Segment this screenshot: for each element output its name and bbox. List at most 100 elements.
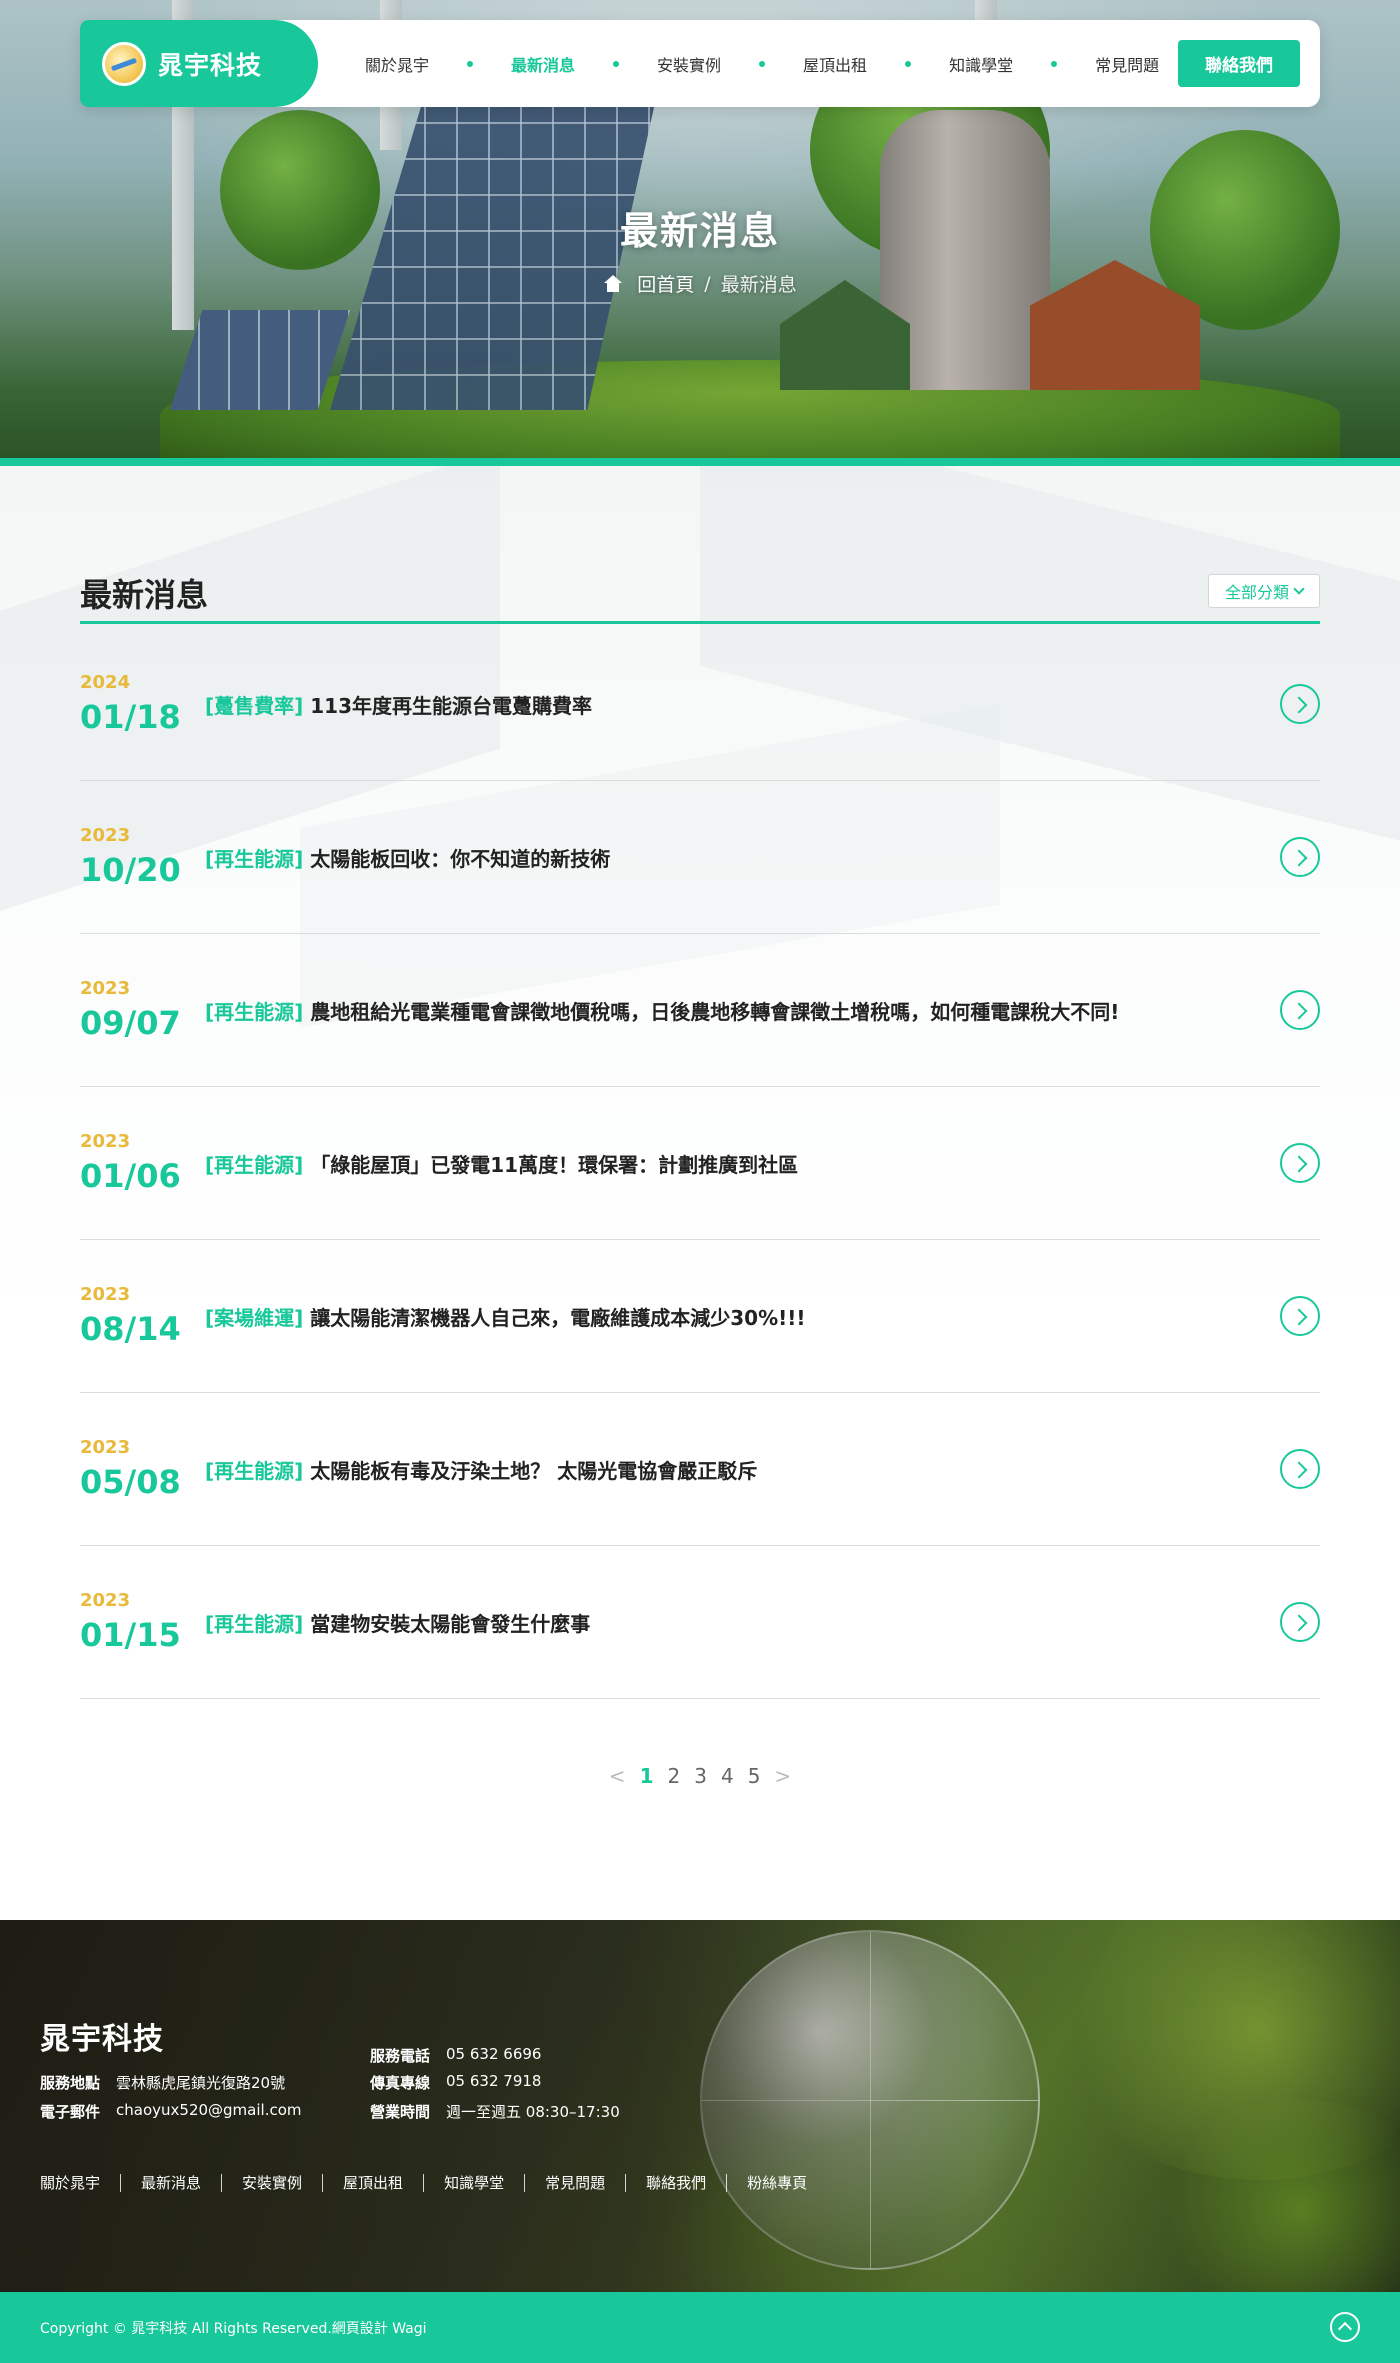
news-year: 2023 xyxy=(80,1284,131,1305)
nav-item-cases[interactable]: 安裝實例 xyxy=(657,52,721,76)
category-filter-select[interactable]: 全部分類 xyxy=(1208,574,1320,608)
news-title-link[interactable]: [再生能源] 太陽能板回收：你不知道的新技術 xyxy=(205,843,610,872)
footer-phone: 服務電話 05 632 6696 xyxy=(370,2045,541,2066)
news-title-link[interactable]: [再生能源] 農地租給光電業種電會課徵地價稅嗎，日後農地移轉會課徵土增稅嗎，如何… xyxy=(205,996,1119,1025)
pagination-prev[interactable]: < xyxy=(609,1764,626,1788)
chevron-down-icon xyxy=(1293,583,1305,595)
news-item[interactable]: 2023 01/15 [再生能源] 當建物安裝太陽能會發生什麼事 xyxy=(80,1546,1320,1699)
pagination-page[interactable]: 4 xyxy=(721,1764,734,1788)
pagination: < 1 2 3 4 5 > xyxy=(0,1764,1400,1788)
copyright-bar: Copyright © 晁宇科技 All Rights Reserved.網頁設… xyxy=(0,2292,1400,2363)
chevron-right-circle-icon[interactable] xyxy=(1280,1143,1320,1183)
news-item[interactable]: 2024 01/18 [躉售費率] 113年度再生能源台電躉購費率 xyxy=(80,628,1320,781)
nav-item-knowledge[interactable]: 知識學堂 xyxy=(949,52,1013,76)
main-nav: 關於晁宇 最新消息 安裝實例 屋頂出租 知識學堂 常見問題 xyxy=(365,20,1159,107)
news-date: 01/06 xyxy=(80,1157,181,1195)
news-category: [再生能源] xyxy=(205,1459,304,1483)
category-filter-value: 全部分類 xyxy=(1224,583,1289,602)
news-title-link[interactable]: [再生能源] 當建物安裝太陽能會發生什麼事 xyxy=(205,1608,590,1637)
nav-dot xyxy=(613,60,620,67)
footer-link-contact[interactable]: 聯絡我們 xyxy=(646,2172,706,2193)
footer-links: 關於晁宇 最新消息 安裝實例 屋頂出租 知識學堂 常見問題 聯絡我們 粉絲專頁 xyxy=(40,2172,807,2193)
logo-text: 晁宇科技 xyxy=(158,50,263,80)
news-title: 113年度再生能源台電躉購費率 xyxy=(310,694,592,718)
news-category: [再生能源] xyxy=(205,1153,304,1177)
news-date: 05/08 xyxy=(80,1463,181,1501)
news-item[interactable]: 2023 09/07 [再生能源] 農地租給光電業種電會課徵地價稅嗎，日後農地移… xyxy=(80,934,1320,1087)
news-category: [案場維運] xyxy=(205,1306,304,1330)
pagination-next[interactable]: > xyxy=(774,1764,791,1788)
copyright-text: Copyright © 晁宇科技 All Rights Reserved.網頁設… xyxy=(40,2321,427,2337)
pagination-page[interactable]: 2 xyxy=(667,1764,680,1788)
news-title: 讓太陽能清潔機器人自己來，電廠維護成本減少30%!!! xyxy=(310,1306,806,1330)
footer-phone-value[interactable]: 05 632 6696 xyxy=(446,2045,541,2066)
news-title-link[interactable]: [躉售費率] 113年度再生能源台電躉購費率 xyxy=(205,690,592,719)
nav-item-roof-rental[interactable]: 屋頂出租 xyxy=(803,52,867,76)
hero-accent-bar xyxy=(0,458,1400,466)
pagination-page[interactable]: 5 xyxy=(748,1764,761,1788)
site-logo[interactable]: 晁宇科技 xyxy=(80,20,318,107)
news-item[interactable]: 2023 01/06 [再生能源] 「綠能屋頂」已發電11萬度！環保署：計劃推廣… xyxy=(80,1087,1320,1240)
footer-link-roof-rental[interactable]: 屋頂出租 xyxy=(343,2172,403,2193)
nav-item-about[interactable]: 關於晁宇 xyxy=(365,52,429,76)
nav-dot xyxy=(759,60,766,67)
news-date: 09/07 xyxy=(80,1004,181,1042)
footer-link-knowledge[interactable]: 知識學堂 xyxy=(444,2172,504,2193)
news-category: [躉售費率] xyxy=(205,694,304,718)
nav-dot xyxy=(467,60,474,67)
news-title: 「綠能屋頂」已發電11萬度！環保署：計劃推廣到社區 xyxy=(310,1153,799,1177)
breadcrumb-separator: / xyxy=(704,272,711,295)
footer-address: 服務地點 雲林縣虎尾鎮光復路20號 xyxy=(40,2072,285,2093)
footer-email: 電子郵件 chaoyux520@gmail.com xyxy=(40,2101,302,2122)
news-title: 農地租給光電業種電會課徵地價稅嗎，日後農地移轉會課徵土增稅嗎，如何種電課稅大不同… xyxy=(310,1000,1120,1024)
news-date: 01/18 xyxy=(80,698,181,736)
footer-link-fanpage[interactable]: 粉絲專頁 xyxy=(747,2172,807,2193)
footer-phone-label: 服務電話 xyxy=(370,2047,431,2065)
news-title-link[interactable]: [再生能源] 「綠能屋頂」已發電11萬度！環保署：計劃推廣到社區 xyxy=(205,1149,798,1178)
chevron-right-circle-icon[interactable] xyxy=(1280,990,1320,1030)
home-icon xyxy=(603,274,623,293)
news-header: 最新消息 全部分類 xyxy=(80,570,1320,624)
news-date: 10/20 xyxy=(80,851,181,889)
breadcrumb: 回首頁 / 最新消息 xyxy=(0,270,1400,297)
footer-email-link[interactable]: chaoyux520@gmail.com xyxy=(116,2101,301,2122)
site-footer: 晁宇科技 服務地點 雲林縣虎尾鎮光復路20號 電子郵件 chaoyux520@g… xyxy=(0,1920,1400,2292)
news-year: 2023 xyxy=(80,1437,131,1458)
news-category: [再生能源] xyxy=(205,847,304,871)
nav-item-news[interactable]: 最新消息 xyxy=(511,52,575,76)
news-title-link[interactable]: [案場維運] 讓太陽能清潔機器人自己來，電廠維護成本減少30%!!! xyxy=(205,1302,805,1331)
news-title: 當建物安裝太陽能會發生什麼事 xyxy=(310,1612,591,1636)
footer-link-about[interactable]: 關於晁宇 xyxy=(40,2172,100,2193)
news-item[interactable]: 2023 05/08 [再生能源] 太陽能板有毒及汙染土地？ 太陽光電協會嚴正駁… xyxy=(80,1393,1320,1546)
news-year: 2024 xyxy=(80,672,131,693)
news-date: 08/14 xyxy=(80,1310,181,1348)
top-navbar: 晁宇科技 關於晁宇 最新消息 安裝實例 屋頂出租 知識學堂 常見問題 聯絡我們 xyxy=(80,20,1320,107)
news-category: [再生能源] xyxy=(205,1612,304,1636)
chevron-right-circle-icon[interactable] xyxy=(1280,1449,1320,1489)
news-item[interactable]: 2023 08/14 [案場維運] 讓太陽能清潔機器人自己來，電廠維護成本減少3… xyxy=(80,1240,1320,1393)
news-heading: 最新消息 xyxy=(80,576,209,614)
chevron-right-circle-icon[interactable] xyxy=(1280,1296,1320,1336)
contact-us-button[interactable]: 聯絡我們 xyxy=(1178,40,1300,87)
footer-link-news[interactable]: 最新消息 xyxy=(141,2172,201,2193)
chevron-right-circle-icon[interactable] xyxy=(1280,684,1320,724)
pagination-page[interactable]: 3 xyxy=(694,1764,707,1788)
chevron-right-circle-icon[interactable] xyxy=(1280,1602,1320,1642)
news-title: 太陽能板有毒及汙染土地？ 太陽光電協會嚴正駁斥 xyxy=(310,1459,758,1483)
pagination-page[interactable]: 1 xyxy=(640,1764,654,1788)
news-item[interactable]: 2023 10/20 [再生能源] 太陽能板回收：你不知道的新技術 xyxy=(80,781,1320,934)
footer-fax: 傳真專線 05 632 7918 xyxy=(370,2072,541,2093)
nav-item-faq[interactable]: 常見問題 xyxy=(1095,52,1159,76)
back-to-top-icon[interactable] xyxy=(1330,2312,1360,2342)
footer-link-cases[interactable]: 安裝實例 xyxy=(242,2172,302,2193)
news-section: 最新消息 全部分類 2024 01/18 [躉售費率] 113年度再生能源台電躉… xyxy=(0,466,1400,1920)
footer-fax-value: 05 632 7918 xyxy=(446,2072,542,2090)
news-title-link[interactable]: [再生能源] 太陽能板有毒及汙染土地？ 太陽光電協會嚴正駁斥 xyxy=(205,1455,757,1484)
footer-fax-label: 傳真專線 xyxy=(370,2074,431,2092)
footer-link-faq[interactable]: 常見問題 xyxy=(545,2172,605,2193)
news-year: 2023 xyxy=(80,1590,131,1611)
logo-sun-icon xyxy=(102,41,146,86)
breadcrumb-home-link[interactable]: 回首頁 xyxy=(637,270,694,297)
chevron-right-circle-icon[interactable] xyxy=(1280,837,1320,877)
nav-dot xyxy=(1051,60,1058,67)
